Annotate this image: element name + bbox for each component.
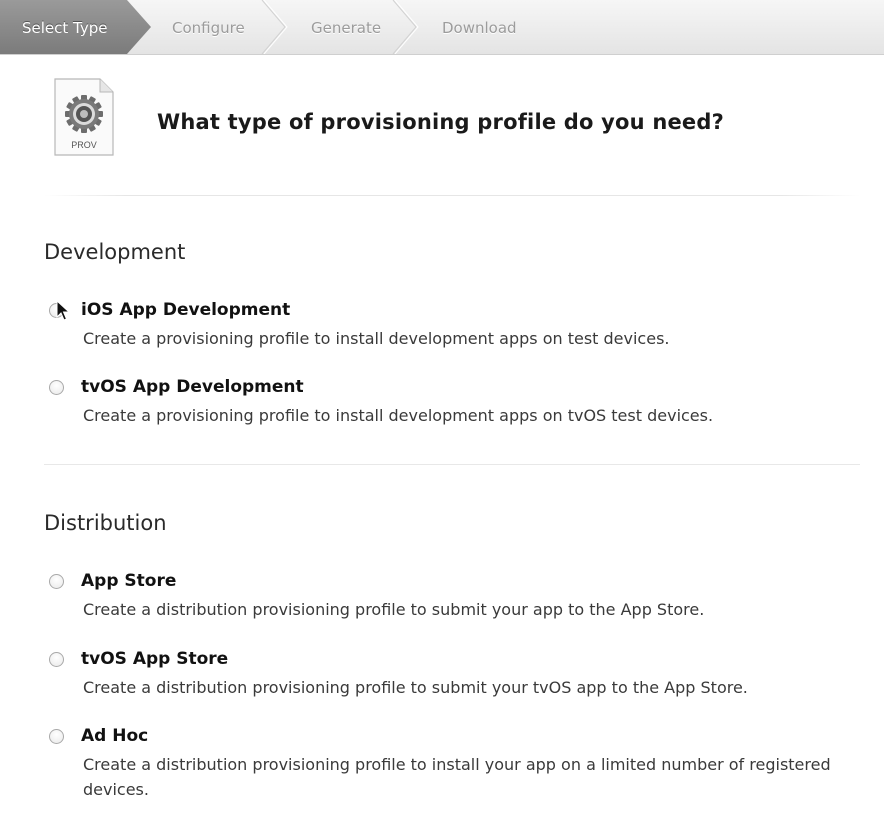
- prov-icon-label: PROV: [71, 140, 97, 150]
- option-description: Create a distribution provisioning profi…: [83, 600, 705, 619]
- wizard-step-bar: Select Type Configure Generate Download: [0, 0, 884, 55]
- page-title: What type of provisioning profile do you…: [157, 110, 724, 134]
- divider: [44, 464, 860, 465]
- option-label: Ad Hoc: [81, 726, 149, 746]
- option-tvos-app-store[interactable]: tvOS App Store Create a distribution pro…: [49, 649, 879, 699]
- option-label: tvOS App Store: [81, 649, 229, 669]
- mouse-cursor-icon: [56, 300, 70, 321]
- option-label: App Store: [81, 571, 177, 591]
- option-description: Create a distribution provisioning profi…: [83, 678, 748, 697]
- radio-tvos-app-development[interactable]: [49, 380, 64, 395]
- option-label: tvOS App Development: [81, 377, 304, 397]
- step-configure[interactable]: Configure: [172, 0, 245, 54]
- step-download[interactable]: Download: [442, 0, 517, 54]
- option-label: iOS App Development: [81, 300, 291, 320]
- section-title-development: Development: [44, 240, 186, 264]
- option-app-store[interactable]: App Store Create a distribution provisio…: [49, 571, 879, 621]
- provisioning-file-icon: PROV: [54, 78, 114, 156]
- radio-ad-hoc[interactable]: [49, 729, 64, 744]
- step-select-type[interactable]: Select Type: [22, 0, 108, 54]
- radio-app-store[interactable]: [49, 574, 64, 589]
- option-ios-app-development[interactable]: iOS App Development Create a provisionin…: [49, 300, 879, 350]
- option-description: Create a provisioning profile to install…: [83, 329, 670, 348]
- option-ad-hoc[interactable]: Ad Hoc Create a distribution provisionin…: [49, 726, 879, 806]
- option-description: Create a provisioning profile to install…: [83, 406, 714, 425]
- option-tvos-app-development[interactable]: tvOS App Development Create a provisioni…: [49, 377, 879, 427]
- step-generate[interactable]: Generate: [311, 0, 381, 54]
- option-description: Create a distribution provisioning profi…: [83, 755, 831, 799]
- radio-tvos-app-store[interactable]: [49, 652, 64, 667]
- divider: [44, 195, 860, 196]
- section-title-distribution: Distribution: [44, 511, 167, 535]
